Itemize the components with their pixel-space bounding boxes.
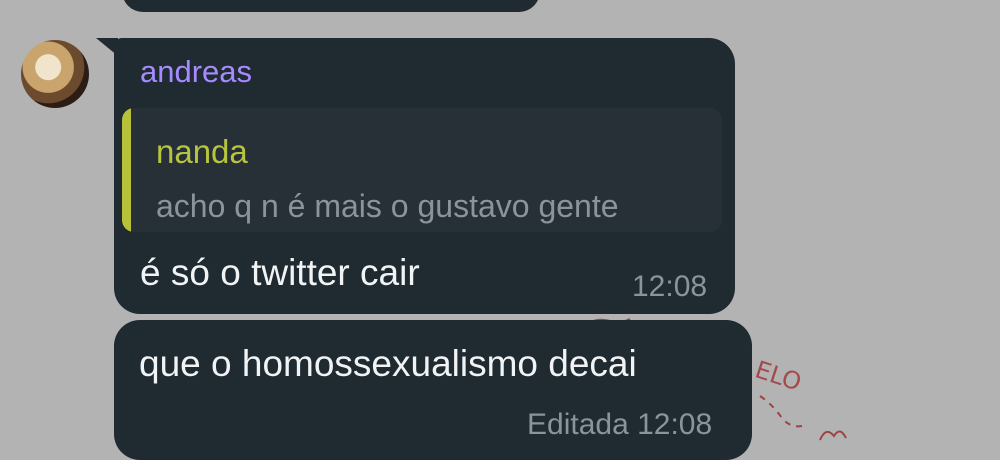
reply-quote[interactable]: nanda acho q n é mais o gustavo gente xyxy=(122,108,722,232)
previous-message-bubble[interactable] xyxy=(122,0,540,12)
reply-accent-bar xyxy=(122,108,131,232)
message-text: é só o twitter cair xyxy=(140,252,420,293)
message-time: 12:08 xyxy=(632,270,708,303)
message-edited-time: Editada 12:08 xyxy=(527,408,713,441)
sender-name[interactable]: andreas xyxy=(140,54,252,90)
avatar[interactable] xyxy=(21,40,89,108)
message-text: que o homossexualismo decai xyxy=(139,343,637,384)
reply-sender-name: nanda xyxy=(156,133,248,170)
reply-text: acho q n é mais o gustavo gente xyxy=(156,188,619,224)
